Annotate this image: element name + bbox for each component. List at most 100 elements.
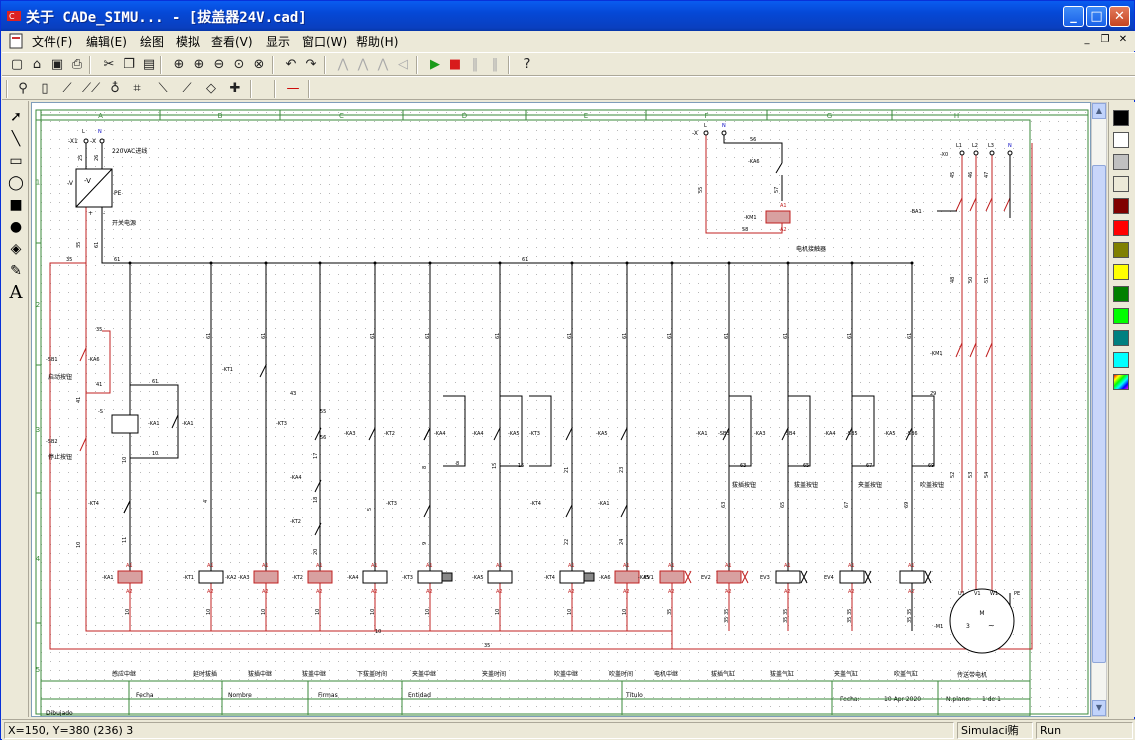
fuse-tool[interactable]: ▯ bbox=[36, 80, 54, 98]
mirror-4-button[interactable]: ◁ bbox=[394, 56, 412, 74]
switch-2-tool[interactable]: ⟋ bbox=[178, 80, 196, 98]
zoom-out-button[interactable]: ⊖ bbox=[210, 56, 228, 74]
schematic-label: 35 bbox=[783, 609, 789, 615]
schematic-label: 下拔盖时间 bbox=[357, 670, 387, 678]
pointer-tool[interactable]: ➚ bbox=[6, 107, 26, 127]
cross-tool[interactable]: ✚ bbox=[226, 80, 244, 98]
terminal-tool[interactable]: ◇ bbox=[202, 80, 220, 98]
open-button[interactable]: ⌂ bbox=[28, 56, 46, 74]
scroll-up-arrow[interactable]: ▲ bbox=[1092, 103, 1106, 119]
schematic-label: -KT3 bbox=[529, 431, 540, 437]
undo-button[interactable]: ↶ bbox=[282, 56, 300, 74]
schematic-label: 35 bbox=[76, 242, 82, 248]
drawing-canvas[interactable]: ABCDEFGH 12345 -V PE 开关电源 -V -X1 -X L N 220VAC进线… bbox=[31, 102, 1091, 717]
color-swatch[interactable] bbox=[1113, 110, 1129, 126]
cut-button[interactable]: ✂ bbox=[100, 56, 118, 74]
junction bbox=[727, 261, 731, 265]
switch-1-tool[interactable]: ⟍ bbox=[154, 80, 172, 98]
color-swatch[interactable] bbox=[1113, 132, 1129, 148]
mdi-minimize-button[interactable]: _ bbox=[1080, 34, 1094, 47]
play-button[interactable]: ▶ bbox=[426, 56, 444, 74]
title-bar[interactable]: C 关于 CADe_SIMU... - [拔盖器24V.cad] _ □ ✕ bbox=[1, 1, 1134, 31]
color-swatch[interactable] bbox=[1113, 220, 1129, 236]
color-swatch[interactable] bbox=[1113, 286, 1129, 302]
document-icon[interactable] bbox=[8, 33, 24, 49]
zoom-in-button[interactable]: ⊕ bbox=[190, 56, 208, 74]
menu-window[interactable]: 窗口(W) bbox=[302, 33, 347, 50]
menu-draw[interactable]: 绘图 bbox=[140, 33, 164, 50]
zoom-prev-button[interactable]: ⊗ bbox=[250, 56, 268, 74]
schematic-label: 47 bbox=[984, 172, 990, 178]
menu-view[interactable]: 查看(V) bbox=[211, 33, 253, 50]
fill-tool[interactable]: ◈ bbox=[6, 239, 26, 259]
pause-button[interactable]: ‖ bbox=[466, 56, 484, 74]
color-swatch[interactable] bbox=[1113, 352, 1129, 368]
schematic-label: 10 bbox=[152, 451, 158, 457]
stop-button[interactable]: ■ bbox=[446, 56, 464, 74]
color-swatch[interactable] bbox=[1113, 308, 1129, 324]
menu-display[interactable]: 显示 bbox=[266, 33, 290, 50]
print-button[interactable]: ⎙ bbox=[68, 56, 86, 74]
color-swatch[interactable] bbox=[1113, 264, 1129, 280]
scroll-down-arrow[interactable]: ▼ bbox=[1092, 700, 1106, 716]
menu-edit[interactable]: 编辑(E) bbox=[86, 33, 127, 50]
coil-ev5 bbox=[899, 570, 925, 584]
probe-tool[interactable]: ⚲ bbox=[14, 80, 32, 98]
step-button[interactable]: ‖ bbox=[486, 56, 504, 74]
motor-symbol bbox=[949, 588, 1015, 654]
color-swatch[interactable] bbox=[1113, 374, 1129, 390]
schematic[interactable]: ABCDEFGH 12345 -VPE开关电源-V-X1 -XL N220VAC进线… bbox=[32, 103, 1091, 717]
schematic-label: 23 bbox=[619, 467, 625, 473]
minimize-button[interactable]: _ bbox=[1063, 6, 1084, 27]
vertical-scrollbar[interactable]: ▲ ▼ bbox=[1091, 102, 1107, 717]
copy-button[interactable]: ❐ bbox=[120, 56, 138, 74]
mirror-2-button[interactable]: ⋀ bbox=[354, 56, 372, 74]
line-tool[interactable]: ╲ bbox=[6, 129, 26, 149]
multi-contact-tool[interactable]: ⟋⟋ bbox=[82, 80, 100, 98]
ellipse-tool[interactable]: ◯ bbox=[6, 173, 26, 193]
color-swatch[interactable] bbox=[1113, 242, 1129, 258]
coil-tool[interactable]: ⌗ bbox=[128, 80, 146, 98]
menu-help[interactable]: 帮助(H) bbox=[356, 33, 398, 50]
rectangle-tool[interactable]: ▭ bbox=[6, 151, 26, 171]
menu-file[interactable]: 文件(F) bbox=[32, 33, 72, 50]
color-swatch[interactable] bbox=[1113, 154, 1129, 170]
close-button[interactable]: ✕ bbox=[1109, 6, 1130, 27]
maximize-button[interactable]: □ bbox=[1086, 6, 1107, 27]
junction bbox=[570, 261, 574, 265]
schematic-label: 3 bbox=[966, 623, 970, 630]
color-swatch[interactable] bbox=[1113, 176, 1129, 192]
schematic-label: Fecha bbox=[136, 692, 154, 699]
paste-button[interactable]: ▤ bbox=[140, 56, 158, 74]
line-red-tool[interactable]: — bbox=[284, 80, 302, 98]
filled-rectangle-tool[interactable]: ■ bbox=[6, 195, 26, 215]
menu-simulate[interactable]: 模拟 bbox=[176, 33, 200, 50]
schematic-label: 15 bbox=[518, 463, 524, 469]
contact-tool[interactable]: ⟋ bbox=[58, 80, 76, 98]
new-button[interactable]: ▢ bbox=[8, 56, 26, 74]
window-title: 关于 CADe_SIMU... - [拔盖器24V.cad] bbox=[26, 10, 307, 26]
color-swatch[interactable] bbox=[1113, 330, 1129, 346]
column-label: G bbox=[827, 112, 832, 120]
mdi-restore-button[interactable]: ❐ bbox=[1098, 34, 1112, 47]
toolbar-separator bbox=[6, 80, 8, 98]
pen-tool[interactable]: ✎ bbox=[6, 261, 26, 281]
mirror-3-button[interactable]: ⋀ bbox=[374, 56, 392, 74]
schematic-label: 35 bbox=[484, 643, 490, 649]
help-button[interactable]: ? bbox=[518, 56, 536, 74]
save-button[interactable]: ▣ bbox=[48, 56, 66, 74]
mdi-close-button[interactable]: ✕ bbox=[1116, 34, 1130, 47]
schematic-label: 61 bbox=[206, 333, 212, 339]
coil-ka3 bbox=[253, 570, 279, 584]
scroll-thumb[interactable] bbox=[1092, 165, 1106, 663]
schematic-label: 24 bbox=[619, 539, 625, 545]
text-tool[interactable]: A bbox=[6, 283, 26, 303]
zoom-page-button[interactable]: ⊕ bbox=[170, 56, 188, 74]
color-swatch[interactable] bbox=[1113, 198, 1129, 214]
redo-button[interactable]: ↷ bbox=[302, 56, 320, 74]
motor-tool[interactable]: ♁ bbox=[106, 80, 124, 98]
filled-ellipse-tool[interactable]: ● bbox=[6, 217, 26, 237]
schematic-label: -X1 bbox=[68, 138, 78, 145]
mirror-1-button[interactable]: ⋀ bbox=[334, 56, 352, 74]
zoom-window-button[interactable]: ⊙ bbox=[230, 56, 248, 74]
